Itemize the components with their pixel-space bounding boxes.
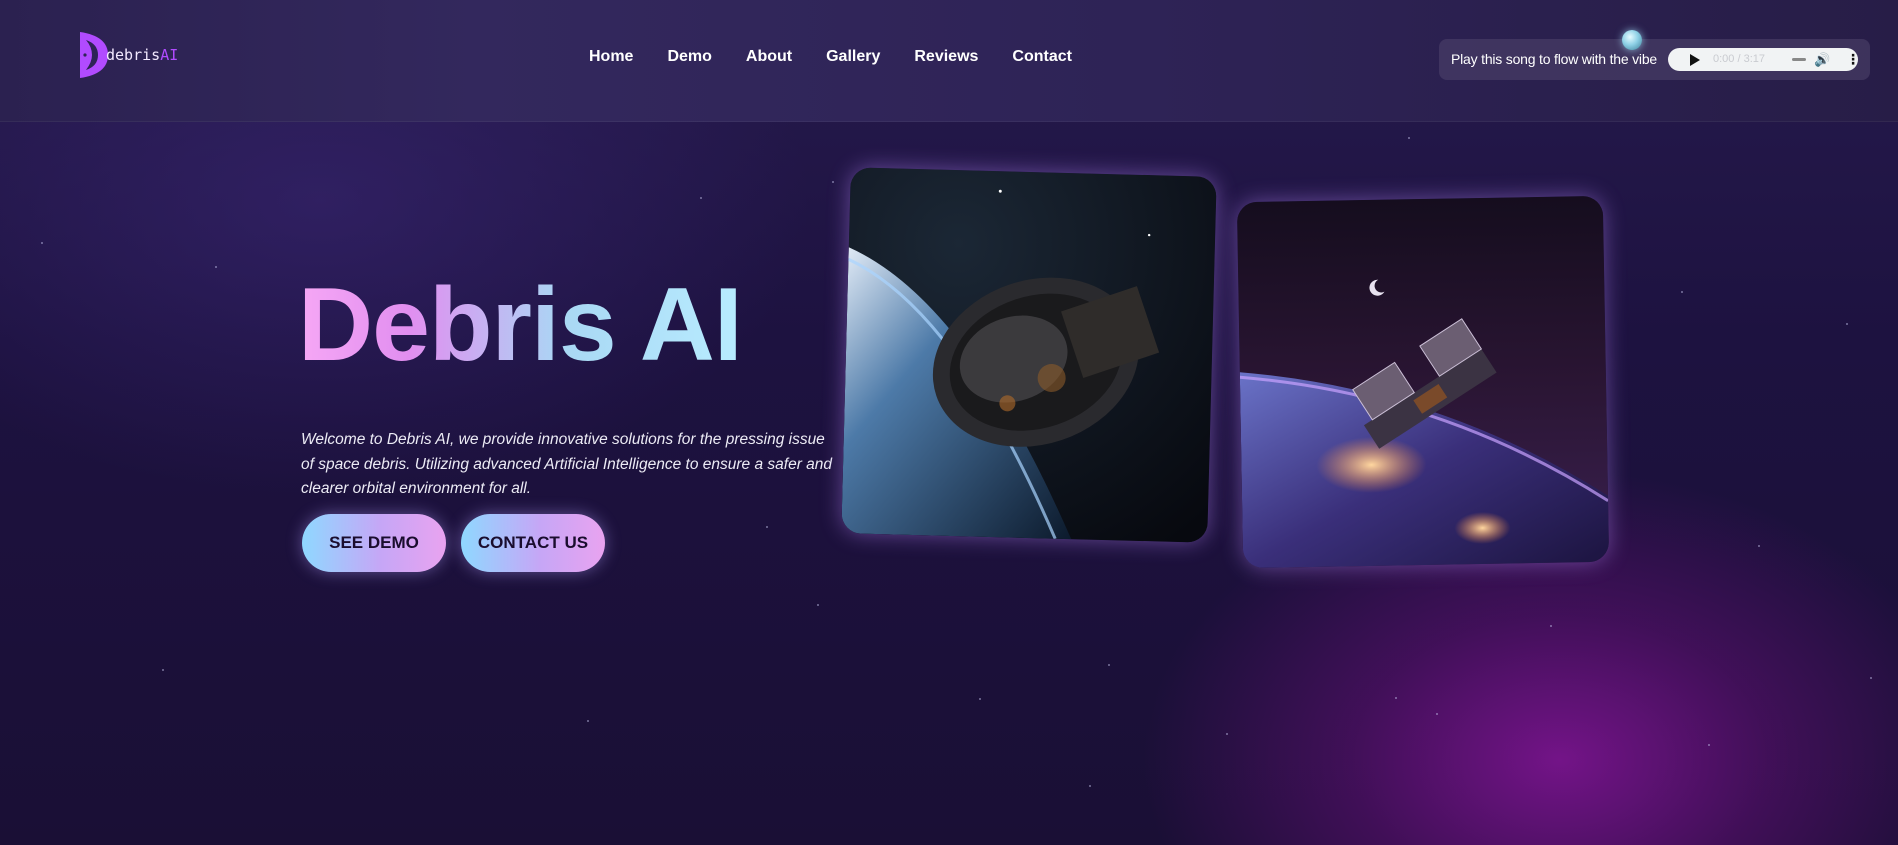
main-nav: Home Demo About Gallery Reviews Contact: [589, 48, 1106, 66]
volume-icon[interactable]: 🔊: [1814, 52, 1830, 68]
play-icon[interactable]: [1690, 54, 1700, 66]
hero-title: Debris AI: [298, 267, 743, 383]
space-station-debris-image: [841, 167, 1217, 543]
logo-text: debrisAI: [106, 46, 179, 64]
music-prompt: Play this song to flow with the vibe: [1451, 51, 1658, 67]
nav-home[interactable]: Home: [589, 48, 633, 66]
nav-contact[interactable]: Contact: [1012, 48, 1072, 66]
music-widget: Play this song to flow with the vibe 0:0…: [1439, 39, 1870, 80]
audio-time: 0:00 / 3:17: [1713, 53, 1765, 65]
more-options-icon[interactable]: ⋮: [1846, 51, 1860, 68]
nav-about[interactable]: About: [746, 48, 792, 66]
hero-description: Welcome to Debris AI, we provide innovat…: [301, 431, 833, 497]
contact-us-button[interactable]: CONTACT US: [461, 514, 605, 572]
audio-progress-bar[interactable]: [1792, 58, 1806, 61]
satellite-over-earth-image: [1236, 195, 1610, 569]
site-header: debrisAI Home Demo About Gallery Reviews…: [0, 0, 1898, 122]
logo-moon-icon: [80, 32, 108, 78]
audio-player[interactable]: 0:00 / 3:17 🔊 ⋮: [1668, 48, 1860, 71]
glowing-orb-icon: [1622, 30, 1642, 50]
brand-logo[interactable]: debrisAI: [76, 28, 178, 82]
see-demo-button[interactable]: SEE DEMO: [302, 514, 446, 572]
nav-reviews[interactable]: Reviews: [914, 48, 978, 66]
nav-demo[interactable]: Demo: [667, 48, 711, 66]
nav-gallery[interactable]: Gallery: [826, 48, 880, 66]
